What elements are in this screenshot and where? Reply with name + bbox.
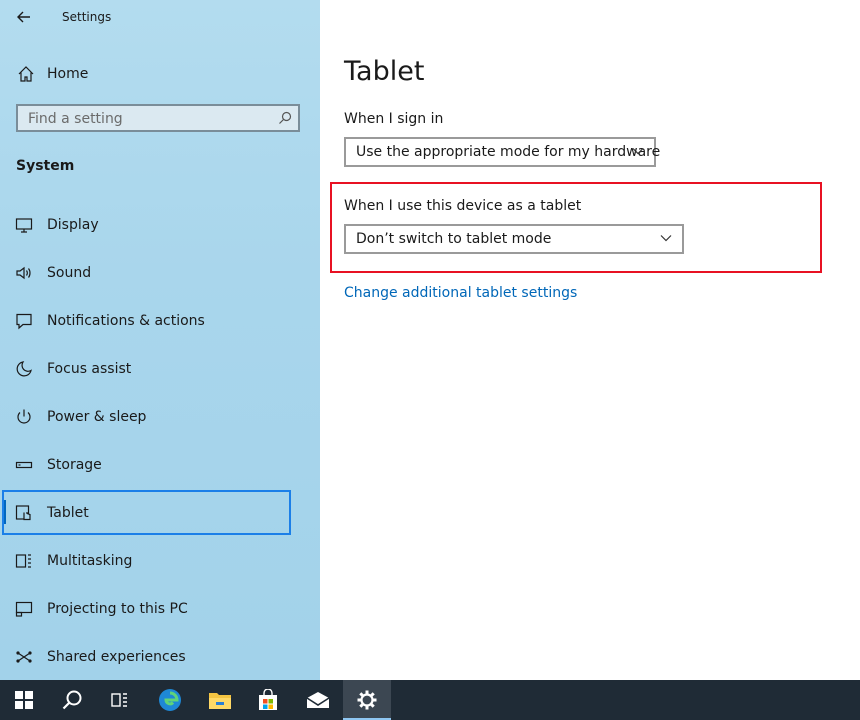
- sidebar-item-label: Sound: [47, 265, 92, 281]
- shared-icon: [16, 651, 32, 663]
- back-arrow-icon: [17, 11, 30, 23]
- back-button[interactable]: [12, 6, 36, 28]
- storage-icon: [15, 461, 33, 469]
- sidebar-item-label: Display: [47, 217, 99, 233]
- sidebar-item-multitasking[interactable]: Multitasking: [0, 541, 320, 581]
- file-explorer-button[interactable]: [196, 680, 244, 720]
- sidebar-item-label: Storage: [47, 457, 102, 473]
- selected-item-highlight: [2, 490, 291, 535]
- sidebar-item-power-sleep[interactable]: Power & sleep: [0, 397, 320, 437]
- main-content: Tablet When I sign in Use the appropriat…: [320, 0, 860, 680]
- home-icon: [18, 66, 34, 82]
- chevron-down-icon: [632, 148, 644, 155]
- edge-icon: [159, 689, 181, 711]
- projecting-icon: [15, 601, 33, 617]
- sidebar-item-storage[interactable]: Storage: [0, 445, 320, 485]
- additional-tablet-settings-link[interactable]: Change additional tablet settings: [344, 285, 577, 301]
- red-highlight-box: [330, 182, 822, 273]
- sidebar-item-shared-experiences[interactable]: Shared experiences: [0, 637, 320, 677]
- taskbar: [0, 680, 860, 720]
- power-icon: [17, 409, 31, 424]
- sidebar-item-display[interactable]: Display: [0, 205, 320, 245]
- moon-icon: [16, 361, 32, 377]
- sidebar-item-label: Focus assist: [47, 361, 132, 377]
- search-icon: [279, 111, 292, 124]
- home-label: Home: [47, 66, 89, 82]
- page-title: Tablet: [344, 56, 425, 87]
- window-title: Settings: [62, 10, 112, 24]
- sign-in-label: When I sign in: [344, 111, 444, 127]
- speaker-icon: [16, 266, 31, 280]
- settings-sidebar: Settings Home Find a setting System Disp…: [0, 0, 320, 680]
- sidebar-item-label: Shared experiences: [47, 649, 186, 665]
- sidebar-item-label: Power & sleep: [47, 409, 147, 425]
- store-button[interactable]: [244, 680, 292, 720]
- sign-in-mode-dropdown[interactable]: Use the appropriate mode for my hardware: [344, 137, 660, 167]
- display-icon: [15, 218, 33, 233]
- mail-button[interactable]: [294, 680, 342, 720]
- file-explorer-icon: [209, 693, 231, 709]
- search-placeholder: Find a setting: [28, 111, 123, 127]
- sidebar-item-notifications[interactable]: Notifications & actions: [0, 301, 320, 341]
- sidebar-item-label: Notifications & actions: [47, 313, 205, 329]
- multitasking-icon: [15, 554, 31, 568]
- notification-icon: [16, 313, 32, 330]
- sidebar-item-projecting[interactable]: Projecting to this PC: [0, 589, 320, 629]
- store-icon: [259, 689, 277, 710]
- title-bar: Settings: [0, 0, 320, 34]
- task-view-button[interactable]: [96, 680, 144, 720]
- mail-icon: [306, 692, 330, 708]
- sidebar-item-label: Projecting to this PC: [47, 601, 188, 617]
- sign-in-mode-value: Use the appropriate mode for my hardware: [356, 144, 661, 160]
- task-view-icon: [111, 693, 127, 707]
- start-button[interactable]: [0, 680, 48, 720]
- search-input[interactable]: Find a setting: [16, 104, 300, 132]
- windows-start-icon: [15, 691, 33, 709]
- taskbar-search-button[interactable]: [48, 680, 96, 720]
- search-icon: [62, 690, 82, 710]
- sidebar-item-sound[interactable]: Sound: [0, 253, 320, 293]
- settings-taskbar-button[interactable]: [343, 680, 391, 720]
- settings-gear-icon: [357, 690, 377, 710]
- sidebar-item-label: Multitasking: [47, 553, 133, 569]
- sidebar-item-focus-assist[interactable]: Focus assist: [0, 349, 320, 389]
- home-nav-item[interactable]: Home: [0, 60, 320, 88]
- edge-button[interactable]: [146, 680, 194, 720]
- section-title: System: [16, 158, 75, 174]
